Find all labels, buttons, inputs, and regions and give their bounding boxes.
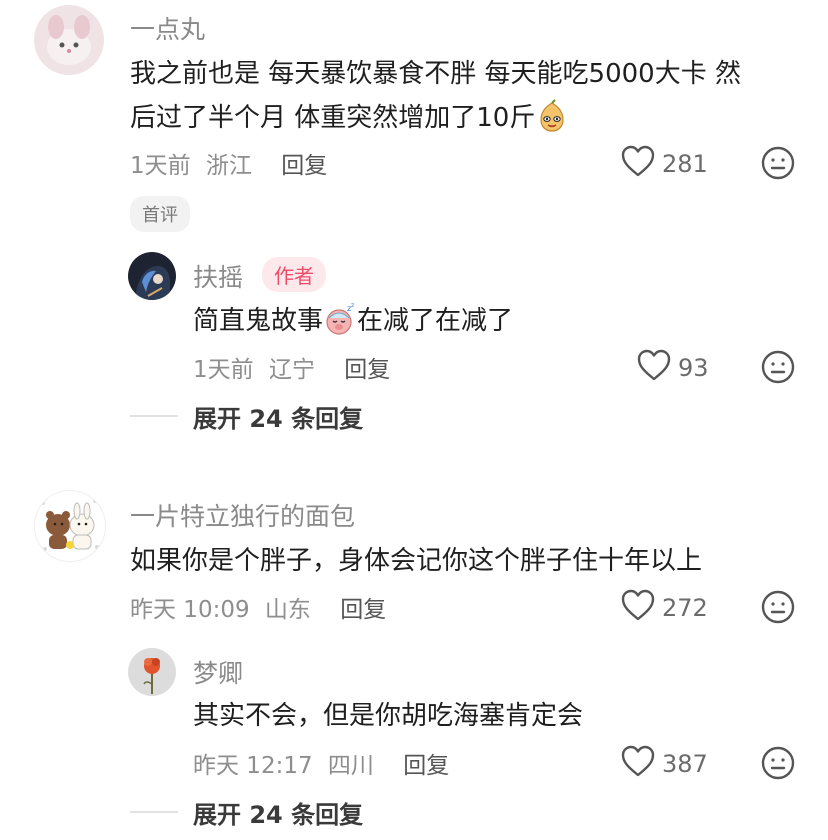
svg-text:z: z (351, 302, 354, 309)
dislike-button[interactable] (760, 349, 796, 389)
comment-meta: 1天前 浙江 回复 (130, 146, 327, 180)
comment-text-line: 如果你是个胖子，身体会记你这个胖子住十年以上 (130, 546, 703, 576)
meh-face-icon (761, 746, 795, 780)
like-button[interactable]: 93 (636, 348, 709, 388)
like-count: 272 (662, 594, 708, 622)
meh-face-icon (761, 146, 795, 180)
expand-divider (130, 811, 178, 813)
comment-username[interactable]: 一片特立独行的面包 (130, 497, 355, 533)
reply-text-segment: 简直鬼故事 (193, 306, 324, 336)
comment-text-line-2: 后过了半个月 体重突然增加了10斤 (130, 96, 810, 140)
author-badge: 作者 (262, 257, 326, 292)
reply-text-segment: 其实不会，但是你胡吃海塞肯定会 (193, 701, 584, 731)
reply-button[interactable]: 回复 (403, 753, 449, 779)
meh-face-icon (761, 350, 795, 384)
avatar-image (128, 648, 176, 696)
expand-divider (130, 415, 178, 417)
avatar[interactable] (34, 5, 104, 75)
comment-text-line: 我之前也是 每天暴饮暴食不胖 每天能吃5000大卡 然 (130, 59, 741, 89)
reply-text: 其实不会，但是你胡吃海塞肯定会 (193, 694, 793, 738)
reply-time: 1天前 (193, 357, 254, 383)
comment-text: 如果你是个胖子，身体会记你这个胖子住十年以上 (130, 539, 810, 583)
reply-meta: 昨天 12:17 四川 回复 (193, 746, 449, 780)
dislike-button[interactable] (760, 589, 796, 629)
comment-location: 浙江 (205, 153, 252, 179)
heart-outline-icon (636, 348, 672, 388)
pear-face-emoji-icon (535, 99, 569, 133)
meh-face-icon (761, 590, 795, 624)
reply-button[interactable]: 回复 (340, 597, 386, 623)
expand-replies-button[interactable]: 展开 24 条回复 (193, 795, 363, 830)
like-count: 387 (662, 750, 708, 778)
comment-meta: 昨天 10:09 山东 回复 (130, 590, 386, 624)
heart-outline-icon (620, 744, 656, 784)
sleepy-pig-emoji-icon: z z (323, 302, 357, 336)
reply-text: 简直鬼故事 z z 在减了在减了 (193, 299, 793, 343)
like-count: 93 (678, 354, 709, 382)
first-comment-badge: 首评 (130, 196, 190, 232)
comment-text: 我之前也是 每天暴饮暴食不胖 每天能吃5000大卡 然 后过了半个月 体重突然增… (130, 52, 810, 140)
like-count: 281 (662, 150, 708, 178)
reply-location: 辽宁 (268, 357, 315, 383)
reply-button[interactable]: 回复 (344, 357, 390, 383)
dislike-button[interactable] (760, 745, 796, 785)
comment-time: 1天前 (130, 153, 191, 179)
avatar[interactable] (128, 648, 176, 696)
reply-meta: 1天前 辽宁 回复 (193, 350, 390, 384)
avatar-image (34, 5, 104, 75)
avatar-image (128, 252, 176, 300)
avatar[interactable] (128, 252, 176, 300)
reply-text-segment: 在减了在减了 (357, 306, 514, 336)
heart-outline-icon (620, 588, 656, 628)
expand-replies-button[interactable]: 展开 24 条回复 (193, 399, 363, 434)
reply-time: 昨天 12:17 (193, 753, 313, 779)
comment-text-segment: 后过了半个月 体重突然增加了10斤 (130, 103, 536, 133)
dislike-button[interactable] (760, 145, 796, 185)
comment-time: 昨天 10:09 (130, 597, 250, 623)
reply-username[interactable]: 扶摇 (193, 258, 243, 294)
avatar[interactable] (34, 490, 106, 562)
like-button[interactable]: 272 (620, 588, 708, 628)
comment-username[interactable]: 一点丸 (130, 10, 205, 46)
heart-outline-icon (620, 144, 656, 184)
comment-location: 山东 (264, 597, 311, 623)
reply-location: 四川 (327, 753, 374, 779)
like-button[interactable]: 281 (620, 144, 708, 184)
avatar-image (35, 491, 105, 561)
like-button[interactable]: 387 (620, 744, 708, 784)
reply-button[interactable]: 回复 (281, 153, 327, 179)
reply-username[interactable]: 梦卿 (193, 654, 243, 690)
